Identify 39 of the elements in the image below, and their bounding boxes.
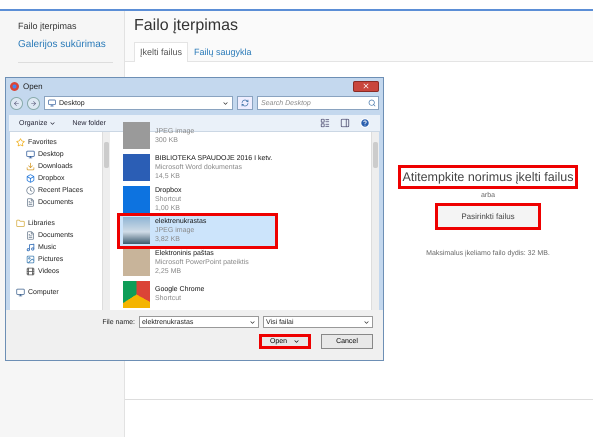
refresh-icon <box>241 99 249 107</box>
scrollbar[interactable] <box>102 132 110 310</box>
refresh-button[interactable] <box>237 96 253 110</box>
photo-placeholder <box>123 217 150 244</box>
dropbox-icon <box>26 174 35 183</box>
caret-icon <box>363 318 370 326</box>
dialog-title: Open <box>23 82 44 90</box>
tab[interactable]: Įkelti failus <box>134 42 188 62</box>
pictures-icon <box>26 255 35 264</box>
search-icon <box>368 99 376 107</box>
documents-icon <box>26 231 35 240</box>
sidebar-link[interactable]: Failo įterpimas <box>18 21 124 31</box>
drop-instruction: Atitempkite norimus įkelti failus <box>398 165 578 189</box>
music-icon <box>26 243 35 252</box>
close-icon <box>362 82 370 90</box>
scrollbar[interactable] <box>371 132 379 310</box>
choose-files-button[interactable]: Pasirinkti failus <box>435 203 541 230</box>
view-options-icon[interactable] <box>320 118 330 128</box>
documents-icon <box>26 198 35 207</box>
sidebar-link[interactable]: Galerijos sukūrimas <box>18 39 124 50</box>
star-icon <box>16 138 25 147</box>
caret-icon <box>249 318 256 326</box>
caret-icon <box>49 120 56 126</box>
preview-pane-icon[interactable] <box>340 118 350 128</box>
back-arrow-icon <box>13 100 20 106</box>
help-icon[interactable] <box>360 118 370 128</box>
desktop-icon <box>26 150 35 159</box>
close-button[interactable] <box>353 80 379 92</box>
library-icon <box>16 219 25 228</box>
desktop-icon <box>48 99 56 107</box>
recent-icon <box>26 186 35 195</box>
forward-arrow-icon <box>30 100 37 106</box>
downloads-icon <box>26 162 35 171</box>
caret-icon <box>222 100 229 106</box>
tab[interactable]: Failų saugykla <box>188 42 258 62</box>
computer-icon <box>16 288 25 297</box>
page-title: Failo įterpimas <box>134 17 240 35</box>
videos-icon <box>26 267 35 276</box>
caret-icon <box>293 338 300 345</box>
